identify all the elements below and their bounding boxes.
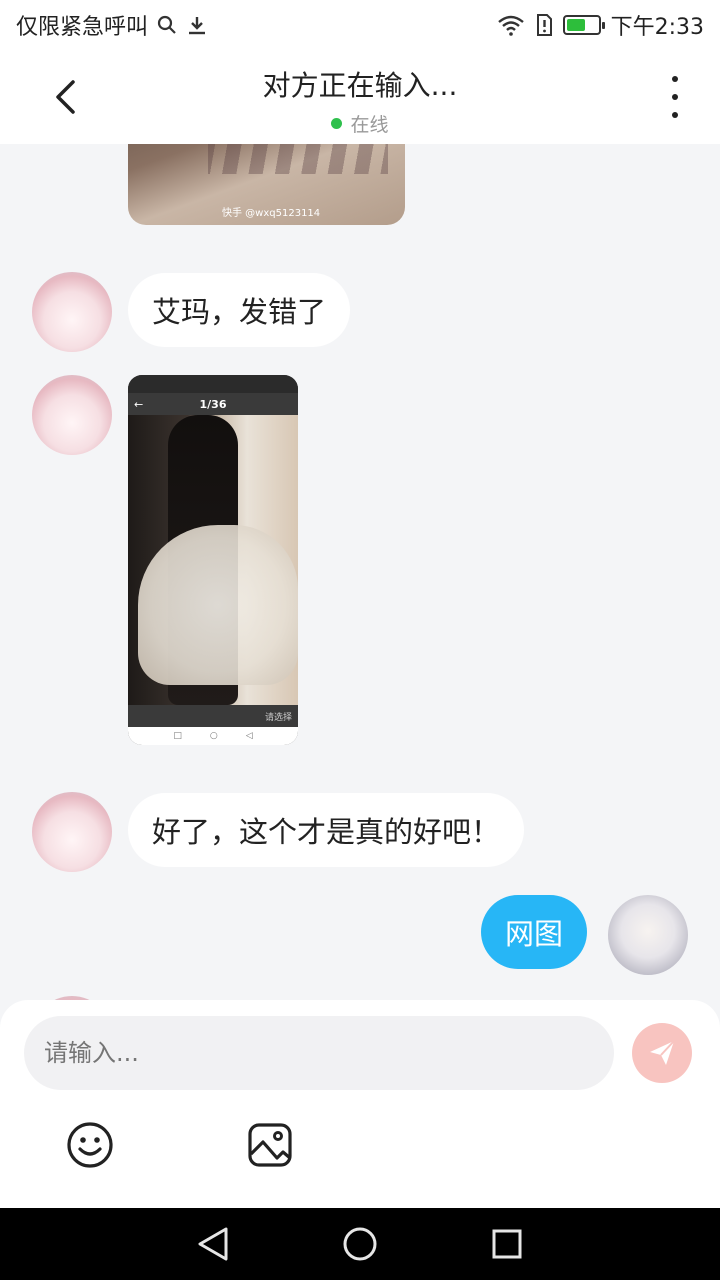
image-watermark: 快手 @wxq5123114 <box>222 208 321 219</box>
nav-home-button[interactable] <box>335 1219 385 1269</box>
avatar[interactable] <box>32 272 112 352</box>
more-icon-dot <box>672 112 678 118</box>
screenshot-recents-icon: □ <box>173 731 182 741</box>
nav-home-icon <box>343 1227 377 1261</box>
search-icon <box>157 15 176 34</box>
self-avatar[interactable] <box>608 895 688 975</box>
screenshot-nav: □ ○ ◁ <box>128 727 298 745</box>
avatar[interactable] <box>32 375 112 455</box>
carrier-text: 仅限紧急呼叫 <box>16 15 149 40</box>
send-icon <box>650 1040 675 1065</box>
image-message[interactable]: ← 1/36 请选择 □ ○ ◁ <box>128 375 298 745</box>
screenshot-photo <box>128 415 298 705</box>
screenshot-back-nav-icon: ◁ <box>245 731 253 741</box>
more-icon-dot <box>672 76 678 82</box>
sim-alert-icon <box>536 14 552 36</box>
battery-icon <box>562 15 605 35</box>
screenshot-footer: 请选择 <box>128 705 298 727</box>
nav-back-icon <box>198 1227 228 1261</box>
image-message[interactable]: 快手 @wxq5123114 <box>128 144 405 225</box>
more-icon-dot <box>672 94 678 100</box>
image-button[interactable] <box>245 1120 295 1170</box>
status-bar: 仅限紧急呼叫 下午2:33 <box>0 0 720 50</box>
chat-title: 对方正在输入... <box>262 69 458 102</box>
emoji-button[interactable] <box>65 1120 115 1170</box>
message-bubble-self[interactable]: 网图 <box>481 895 588 969</box>
screenshot-home-icon: ○ <box>209 731 218 741</box>
screenshot-counter: 1/36 <box>199 397 227 411</box>
system-nav-bar <box>0 1208 720 1280</box>
nav-recents-icon <box>492 1229 522 1259</box>
avatar[interactable] <box>32 792 112 872</box>
message-bubble[interactable]: 艾玛，发错了 <box>128 273 351 347</box>
message-input[interactable] <box>24 1016 614 1090</box>
wifi-icon <box>497 15 524 36</box>
presence-status: 在线 <box>0 110 720 137</box>
image-icon <box>248 1123 292 1167</box>
message-bubble[interactable]: 好了，这个才是真的好吧！ <box>128 793 525 867</box>
presence-text: 在线 <box>350 114 389 136</box>
download-icon <box>189 17 206 35</box>
chat-header: 对方正在输入... 在线 <box>0 50 720 144</box>
screenshot-back-icon: ← <box>134 397 144 411</box>
screenshot-toolbar: ← 1/36 <box>128 393 298 415</box>
clock-text: 下午2:33 <box>610 15 704 40</box>
send-button[interactable] <box>632 1023 692 1083</box>
more-button[interactable] <box>660 76 690 118</box>
nav-back-button[interactable] <box>188 1219 238 1269</box>
composer <box>0 1000 720 1208</box>
emoji-icon <box>67 1122 113 1168</box>
screenshot-status-bar <box>128 375 298 393</box>
photo-pattern <box>208 144 388 174</box>
message-list[interactable]: 快手 @wxq5123114 艾玛，发错了 ← 1/36 请选择 □ ○ ◁ 好… <box>0 144 720 1004</box>
nav-recents-button[interactable] <box>482 1219 532 1269</box>
online-dot <box>331 118 343 129</box>
photo-shape <box>138 525 298 685</box>
